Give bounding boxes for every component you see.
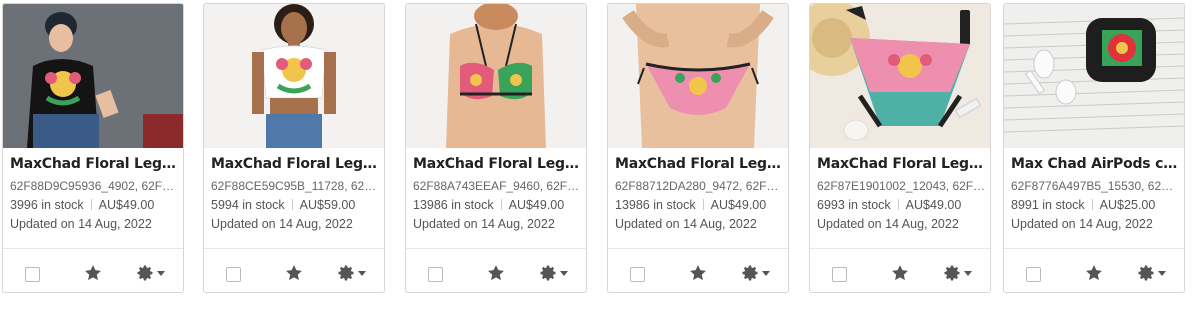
- card-actions: [810, 248, 990, 292]
- stock-count: 5994 in stock: [211, 198, 285, 212]
- stock-count: 13986 in stock: [413, 198, 494, 212]
- product-sku: 62F88CE59C95B_11728, 62F…: [211, 179, 380, 193]
- product-card[interactable]: Max Chad AirPods case 62F8776A497B5_1553…: [1003, 3, 1185, 293]
- product-price: AU$25.00: [1099, 198, 1156, 212]
- product-image[interactable]: [608, 4, 788, 148]
- settings-menu-button[interactable]: [538, 263, 574, 283]
- updated-date: Updated on 14 Aug, 2022: [413, 217, 555, 231]
- product-image[interactable]: [3, 4, 183, 148]
- select-checkbox[interactable]: [25, 267, 40, 282]
- settings-menu-button[interactable]: [942, 263, 978, 283]
- product-meta: 8991 in stock AU$25.00: [1011, 197, 1180, 213]
- card-actions: [406, 248, 586, 292]
- product-image-airpods-case: [1004, 4, 1184, 148]
- product-title[interactable]: MaxChad Floral Legend…: [211, 154, 380, 174]
- star-icon[interactable]: [486, 263, 506, 283]
- chevron-down-icon: [762, 270, 770, 276]
- select-checkbox[interactable]: [226, 267, 241, 282]
- product-meta: 13986 in stock AU$49.00: [413, 197, 582, 213]
- product-sku: 62F88712DA280_9472, 62F8…: [615, 179, 784, 193]
- product-title[interactable]: MaxChad Floral Legend…: [615, 154, 784, 174]
- product-image[interactable]: [204, 4, 384, 148]
- product-sku: 62F88A743EEAF_9460, 62F…: [413, 179, 580, 193]
- product-price: AU$59.00: [299, 198, 356, 212]
- gear-icon: [137, 265, 153, 281]
- gear-icon: [540, 265, 556, 281]
- product-price: AU$49.00: [508, 198, 565, 212]
- product-card[interactable]: MaxChad Floral Legend… 62F88A743EEAF_946…: [405, 3, 587, 293]
- chevron-down-icon: [964, 270, 972, 276]
- product-image-swim-bottom-flatlay: [810, 4, 990, 148]
- product-image-woman-crop-top: [204, 4, 384, 148]
- product-card[interactable]: MaxChad Floral Legend… 62F88712DA280_947…: [607, 3, 789, 293]
- updated-date: Updated on 14 Aug, 2022: [1011, 217, 1153, 231]
- product-title[interactable]: MaxChad Floral Legend…: [413, 154, 582, 174]
- card-actions: [1004, 248, 1184, 292]
- stock-count: 6993 in stock: [817, 198, 891, 212]
- updated-date: Updated on 14 Aug, 2022: [615, 217, 757, 231]
- product-image-bikini-top: [406, 4, 586, 148]
- product-sku: 62F8776A497B5_15530, 62F…: [1011, 179, 1180, 193]
- select-checkbox[interactable]: [428, 267, 443, 282]
- gear-icon: [1138, 265, 1154, 281]
- star-icon[interactable]: [1084, 263, 1104, 283]
- product-image[interactable]: [406, 4, 586, 148]
- select-checkbox[interactable]: [630, 267, 645, 282]
- select-checkbox[interactable]: [1026, 267, 1041, 282]
- product-meta: 5994 in stock AU$59.00: [211, 197, 380, 213]
- product-title[interactable]: MaxChad Floral Legend…: [817, 154, 986, 174]
- settings-menu-button[interactable]: [336, 263, 372, 283]
- gear-icon: [742, 265, 758, 281]
- product-image-woman-tshirt: [3, 4, 183, 148]
- star-icon[interactable]: [688, 263, 708, 283]
- product-title[interactable]: Max Chad AirPods case: [1011, 154, 1180, 174]
- stock-count: 8991 in stock: [1011, 198, 1085, 212]
- product-price: AU$49.00: [98, 198, 155, 212]
- product-image-bikini-bottom: [608, 4, 788, 148]
- gear-icon: [338, 265, 354, 281]
- product-price: AU$49.00: [905, 198, 962, 212]
- card-actions: [204, 248, 384, 292]
- product-meta: 6993 in stock AU$49.00: [817, 197, 986, 213]
- product-grid: MaxChad Floral Legend… 62F88D9C95936_490…: [0, 0, 1200, 311]
- chevron-down-icon: [560, 270, 568, 276]
- product-card[interactable]: MaxChad Floral Legend… 62F87E1901002_120…: [809, 3, 991, 293]
- settings-menu-button[interactable]: [1136, 263, 1172, 283]
- chevron-down-icon: [157, 270, 165, 276]
- gear-icon: [944, 265, 960, 281]
- updated-date: Updated on 14 Aug, 2022: [10, 217, 152, 231]
- star-icon[interactable]: [83, 263, 103, 283]
- product-title[interactable]: MaxChad Floral Legend…: [10, 154, 179, 174]
- updated-date: Updated on 14 Aug, 2022: [817, 217, 959, 231]
- card-actions: [608, 248, 788, 292]
- product-meta: 3996 in stock AU$49.00: [10, 197, 179, 213]
- product-card[interactable]: MaxChad Floral Legend… 62F88CE59C95B_117…: [203, 3, 385, 293]
- card-actions: [3, 248, 183, 292]
- product-image[interactable]: [810, 4, 990, 148]
- chevron-down-icon: [358, 270, 366, 276]
- stock-count: 3996 in stock: [10, 198, 84, 212]
- star-icon[interactable]: [890, 263, 910, 283]
- stock-count: 13986 in stock: [615, 198, 696, 212]
- product-card[interactable]: MaxChad Floral Legend… 62F88D9C95936_490…: [2, 3, 184, 293]
- product-sku: 62F87E1901002_12043, 62F…: [817, 179, 986, 193]
- product-image[interactable]: [1004, 4, 1184, 148]
- settings-menu-button[interactable]: [740, 263, 776, 283]
- settings-menu-button[interactable]: [135, 263, 171, 283]
- product-price: AU$49.00: [710, 198, 767, 212]
- product-sku: 62F88D9C95936_4902, 62F…: [10, 179, 175, 193]
- updated-date: Updated on 14 Aug, 2022: [211, 217, 353, 231]
- product-meta: 13986 in stock AU$49.00: [615, 197, 784, 213]
- star-icon[interactable]: [284, 263, 304, 283]
- chevron-down-icon: [1158, 270, 1166, 276]
- select-checkbox[interactable]: [832, 267, 847, 282]
